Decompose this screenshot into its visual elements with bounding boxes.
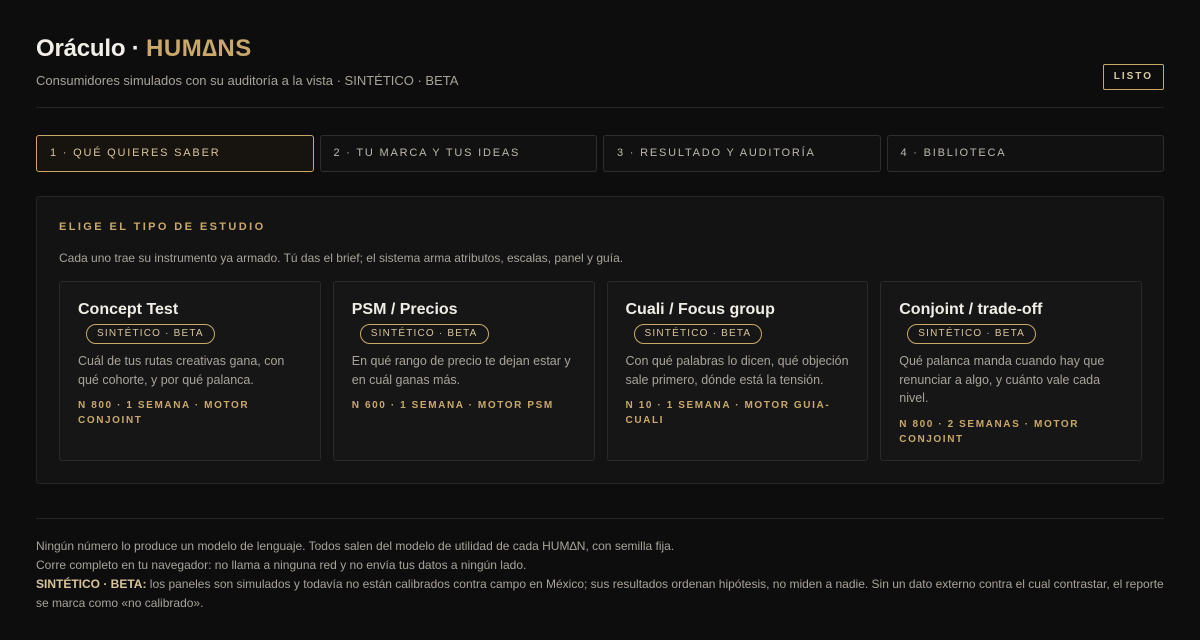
study-card-psm-precios[interactable]: PSM / Precios SINTÉTICO · BETA En qué ra… xyxy=(332,281,595,461)
card-title: Concept Test xyxy=(78,301,179,318)
card-meta: N 10 · 1 SEMANA · MOTOR GUIA-CUALI xyxy=(625,400,831,426)
card-title: PSM / Precios xyxy=(351,301,458,318)
status-badge: SINTÉTICO · BETA xyxy=(86,324,215,344)
card-description: Con qué palabras lo dicen, qué objeción … xyxy=(625,354,849,387)
footer-beta-label: SINTÉTICO · BETA: xyxy=(36,577,147,591)
page-subtitle: Consumidores simulados con su auditoría … xyxy=(36,73,459,88)
study-type-panel: ELIGE EL TIPO DE ESTUDIO Cada uno trae s… xyxy=(36,196,1164,484)
tab-tu-marca-y-tus-ideas[interactable]: 2 · TU MARCA Y TUS IDEAS xyxy=(319,135,597,172)
study-card-cuali-focus-group[interactable]: Cuali / Focus group SINTÉTICO · BETA Con… xyxy=(606,281,869,461)
status-badge: SINTÉTICO · BETA xyxy=(907,324,1037,344)
page-header: Oráculo · HUM∆NS Consumidores simulados … xyxy=(36,0,1164,108)
panel-heading: ELIGE EL TIPO DE ESTUDIO xyxy=(59,221,266,233)
title-main: Oráculo xyxy=(36,35,126,62)
status-badge: SINTÉTICO · BETA xyxy=(633,324,763,344)
panel-description: Cada uno trae su instrumento ya armado. … xyxy=(59,251,624,265)
card-description: Qué palanca manda cuando hay que renunci… xyxy=(899,354,1105,405)
status-badge: SINTÉTICO · BETA xyxy=(359,324,489,344)
card-description: Cuál de tus rutas creativas gana, con qu… xyxy=(78,354,285,387)
card-title: Conjoint / trade-off xyxy=(899,301,1043,318)
study-card-concept-test[interactable]: Concept Test SINTÉTICO · BETA Cuál de tu… xyxy=(59,281,321,461)
brand-name: HUM∆NS xyxy=(146,35,252,62)
card-title: Cuali / Focus group xyxy=(625,301,775,318)
step-tabs: 1 · QUÉ QUIERES SABER 2 · TU MARCA Y TUS… xyxy=(36,135,1164,172)
study-card-conjoint-trade-off[interactable]: Conjoint / trade-off SINTÉTICO · BETA Qu… xyxy=(880,281,1142,461)
footer-note-beta: SINTÉTICO · BETA: los paneles son simula… xyxy=(36,575,1164,613)
footer-note-model: Ningún número lo produce un modelo de le… xyxy=(36,539,675,553)
card-meta: N 600 · 1 SEMANA · MOTOR PSM xyxy=(351,400,554,411)
footer-beta-text: los paneles son simulados y todavía no e… xyxy=(36,577,1164,610)
footer-note-browser: Corre completo en tu navegador: no llama… xyxy=(36,558,527,572)
card-description: En qué rango de precio te dejan estar y … xyxy=(351,354,571,387)
page-footer: Ningún número lo produce un modelo de le… xyxy=(36,518,1164,613)
page-title: Oráculo · HUM∆NS xyxy=(36,35,252,63)
card-meta: N 800 · 1 SEMANA · MOTOR CONJOINT xyxy=(78,400,250,426)
app-page: Oráculo · HUM∆NS Consumidores simulados … xyxy=(0,0,1200,640)
status-listo-button[interactable]: LISTO xyxy=(1102,64,1164,90)
tab-que-quieres-saber[interactable]: 1 · QUÉ QUIERES SABER xyxy=(36,135,314,172)
tab-biblioteca[interactable]: 4 · BIBLIOTECA xyxy=(886,135,1164,172)
study-cards: Concept Test SINTÉTICO · BETA Cuál de tu… xyxy=(59,281,1142,461)
tab-resultado-y-auditoria[interactable]: 3 · RESULTADO Y AUDITORÍA xyxy=(603,135,881,172)
title-separator: · xyxy=(125,35,147,62)
card-meta: N 800 · 2 SEMANAS · MOTOR CONJOINT xyxy=(899,418,1080,445)
